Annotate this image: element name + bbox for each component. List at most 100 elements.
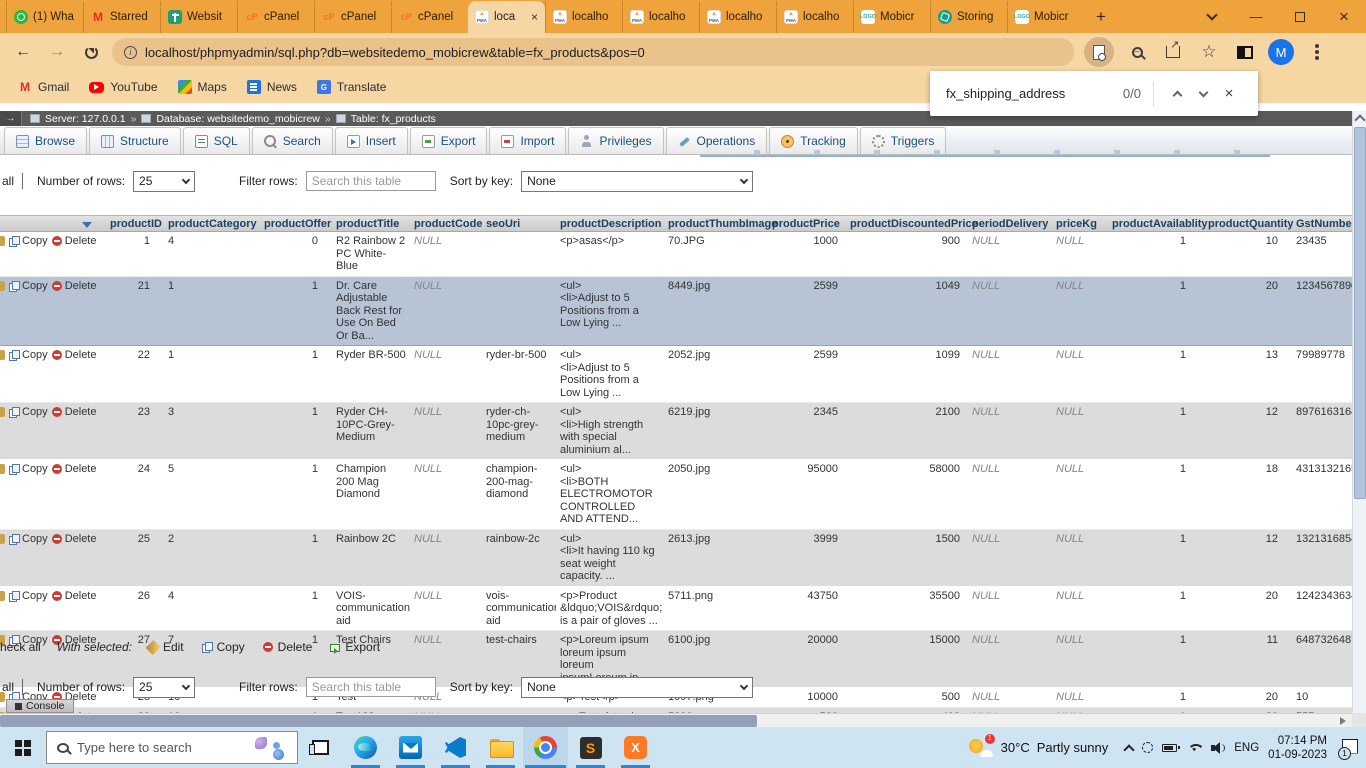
console-arrow-icon[interactable]: →	[0, 111, 22, 126]
start-button[interactable]	[0, 727, 46, 768]
row-copy-link[interactable]: Copy	[9, 463, 48, 476]
bookmark-item[interactable]: News	[239, 76, 305, 98]
forward-icon[interactable]: →	[44, 39, 70, 65]
pma-tab[interactable]: Browse	[4, 127, 87, 154]
notification-center-icon[interactable]: 1	[1340, 739, 1360, 757]
horizontal-scrollbar[interactable]	[0, 713, 1352, 727]
row-delete-link[interactable]: Delete	[52, 235, 97, 248]
row-delete-link[interactable]: Delete	[52, 349, 97, 362]
column-header[interactable]: productID	[106, 216, 164, 231]
maximize-button[interactable]	[1278, 0, 1322, 33]
search-highlight-image[interactable]	[253, 734, 287, 762]
menu-kebab-icon[interactable]	[1304, 39, 1330, 65]
column-header[interactable]: productAvailablity	[1108, 216, 1204, 231]
with-selected-action[interactable]: Delete	[263, 640, 313, 654]
row-delete-link[interactable]: Delete	[52, 533, 97, 546]
taskbar-app[interactable]: X	[613, 727, 658, 768]
tray-icon[interactable]	[1142, 742, 1153, 753]
column-header[interactable]: productQuantity	[1204, 216, 1292, 231]
find-input[interactable]: fx_shipping_address	[946, 86, 1123, 101]
bookmark-item[interactable]: YouTube	[81, 76, 165, 98]
taskbar-app[interactable]: S	[568, 727, 613, 768]
filter-input[interactable]: Search this table	[306, 171, 436, 191]
back-icon[interactable]: ←	[10, 39, 36, 65]
tab-search-icon[interactable]	[1190, 0, 1234, 33]
minimize-button[interactable]: —	[1234, 0, 1278, 33]
vertical-scroll-thumb[interactable]	[1354, 127, 1366, 499]
tray-icon[interactable]	[1186, 743, 1202, 753]
side-panel-icon[interactable]	[1232, 39, 1258, 65]
breadcrumb-table[interactable]: Table: fx_products	[351, 113, 436, 125]
bookmark-item[interactable]: Translate	[309, 76, 395, 98]
browser-tab[interactable]: Starred ×	[83, 1, 160, 33]
column-header[interactable]: productPrice	[768, 216, 846, 231]
options-dropdown-icon[interactable]	[82, 222, 92, 228]
check-all-label[interactable]: heck all	[0, 640, 41, 654]
zoom-icon[interactable]	[1124, 39, 1150, 65]
vertical-scrollbar[interactable]	[1352, 111, 1366, 713]
browser-tab[interactable]: localho ×	[622, 1, 699, 33]
row-copy-link[interactable]: Copy	[9, 533, 48, 546]
close-button[interactable]: ×	[1322, 0, 1366, 33]
show-all-label[interactable]: all	[2, 174, 14, 188]
taskbar-app[interactable]	[388, 727, 433, 768]
find-next-icon[interactable]	[1190, 81, 1216, 107]
tab-close-icon[interactable]: ×	[531, 12, 538, 22]
num-rows-select[interactable]: 25	[133, 171, 195, 192]
tray-icon[interactable]	[1211, 742, 1225, 754]
browser-tab[interactable]: Mobicr ×	[1007, 1, 1084, 33]
row-copy-link[interactable]: Copy	[9, 349, 48, 362]
browser-tab[interactable]: localho ×	[699, 1, 776, 33]
find-close-icon[interactable]: ×	[1216, 81, 1242, 107]
horizontal-scroll-thumb[interactable]	[0, 715, 757, 727]
browser-tab[interactable]: loca ×	[468, 1, 545, 33]
weather-widget[interactable]: 1 30°C Partly sunny	[968, 736, 1109, 760]
column-header[interactable]: periodDelivery	[968, 216, 1052, 231]
pma-tab[interactable]: SQL	[183, 127, 250, 154]
browser-tab[interactable]: cPanel ×	[314, 1, 391, 33]
bookmark-item[interactable]: Gmail	[10, 76, 77, 98]
row-copy-link[interactable]: Copy	[9, 406, 48, 419]
pma-tab[interactable]: Search	[252, 127, 333, 154]
clock[interactable]: 07:14 PM 01-09-2023	[1268, 734, 1327, 762]
taskbar-app[interactable]	[478, 727, 523, 768]
sort-key-select[interactable]: None	[521, 677, 753, 698]
address-bar[interactable]: i localhost/phpmyadmin/sql.php?db=websit…	[112, 38, 1074, 66]
breadcrumb-database[interactable]: Database: websitedemo_mobicrew	[156, 113, 319, 125]
profile-avatar[interactable]: M	[1268, 39, 1294, 65]
column-header[interactable]: seoUri	[482, 216, 556, 231]
language-indicator[interactable]: ENG	[1234, 742, 1259, 754]
breadcrumb-server[interactable]: Server: 127.0.0.1	[45, 113, 126, 125]
pma-tab[interactable]: Structure	[89, 127, 181, 154]
with-selected-action[interactable]: Copy	[202, 640, 245, 654]
tray-icon[interactable]	[1162, 744, 1177, 752]
with-selected-action[interactable]: Edit	[148, 640, 184, 654]
show-all-label[interactable]: all	[2, 680, 14, 694]
taskbar-search[interactable]: Type here to search	[46, 731, 298, 764]
browser-tab[interactable]: Storing ×	[930, 1, 1007, 33]
column-header[interactable]: productThumbImage	[664, 216, 768, 231]
column-header[interactable]: productDescription	[556, 216, 664, 231]
console-tab[interactable]: Console	[6, 699, 74, 713]
browser-tab[interactable]: localho ×	[545, 1, 622, 33]
num-rows-select[interactable]: 25	[133, 677, 195, 698]
row-delete-link[interactable]: Delete	[52, 406, 97, 419]
row-copy-link[interactable]: Copy	[9, 235, 48, 248]
row-delete-link[interactable]: Delete	[52, 463, 97, 476]
share-icon[interactable]	[1160, 39, 1186, 65]
new-tab-button[interactable]: +	[1088, 4, 1114, 30]
row-delete-link[interactable]: Delete	[52, 590, 97, 603]
filter-input[interactable]: Search this table	[306, 677, 436, 697]
scroll-right-icon[interactable]	[1340, 717, 1350, 725]
row-delete-link[interactable]: Delete	[52, 280, 97, 293]
scroll-up-icon[interactable]	[1353, 111, 1366, 125]
bookmark-item[interactable]: Maps	[170, 76, 235, 98]
taskbar-app[interactable]	[523, 727, 568, 768]
column-header[interactable]: productOffer	[260, 216, 332, 231]
pma-tab[interactable]: Insert	[335, 127, 408, 154]
pma-tab[interactable]: Import	[489, 127, 566, 154]
reload-icon[interactable]	[78, 39, 104, 65]
sort-key-select[interactable]: None	[521, 171, 753, 192]
browser-tab[interactable]: Mobicr ×	[853, 1, 930, 33]
pma-tab[interactable]: Privileges	[568, 127, 663, 154]
